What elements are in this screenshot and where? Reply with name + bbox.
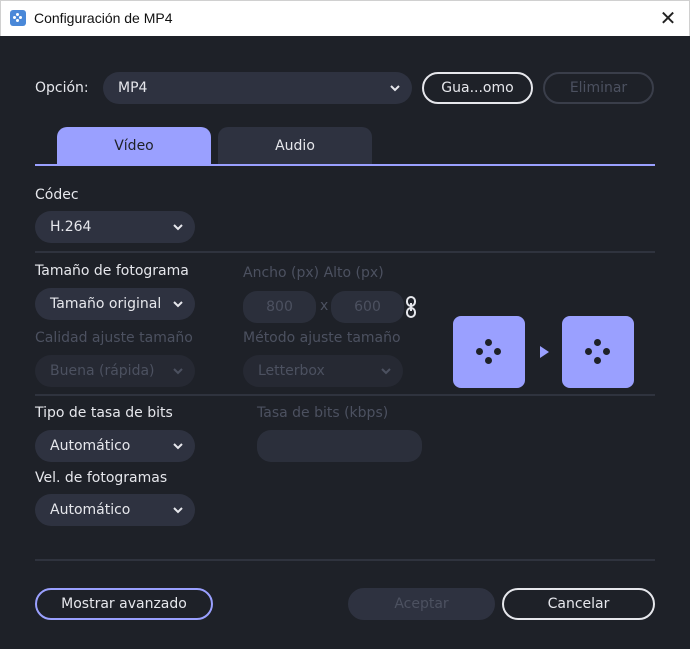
link-icon[interactable]: [405, 296, 417, 318]
cancel-button[interactable]: Cancelar: [502, 588, 655, 620]
height-input[interactable]: 600: [331, 291, 404, 323]
divider: [35, 251, 655, 253]
accept-button[interactable]: Aceptar: [348, 588, 495, 620]
codec-selected: H.264: [50, 219, 92, 235]
codec-dropdown[interactable]: H.264: [35, 211, 195, 243]
title-bar: Configuración de MP4 ✕: [0, 0, 690, 36]
option-label: Opción:: [35, 80, 89, 96]
resize-method-label: Método ajuste tamaño: [243, 330, 401, 346]
option-dropdown[interactable]: MP4: [103, 72, 412, 104]
resize-quality-label: Calidad ajuste tamaño: [35, 330, 193, 346]
width-input[interactable]: 800: [243, 291, 316, 323]
chevron-down-icon: [173, 505, 183, 515]
resize-method-dropdown[interactable]: Letterbox: [243, 355, 403, 387]
bitrate-input[interactable]: [257, 430, 422, 462]
show-advanced-button[interactable]: Mostrar avanzado: [35, 588, 213, 620]
framerate-dropdown[interactable]: Automático: [35, 494, 195, 526]
width-height-label: Ancho (px) Alto (px): [243, 265, 384, 281]
app-icon: [10, 10, 26, 26]
chevron-down-icon: [173, 366, 183, 376]
codec-label: Códec: [35, 187, 79, 203]
divider: [35, 394, 655, 396]
chevron-down-icon: [173, 222, 183, 232]
bitrate-type-selected: Automático: [50, 438, 131, 454]
bitrate-type-dropdown[interactable]: Automático: [35, 430, 195, 462]
delete-button[interactable]: Eliminar: [543, 72, 654, 104]
frame-size-selected: Tamaño original: [50, 296, 162, 312]
chevron-down-icon: [173, 441, 183, 451]
tab-video[interactable]: Vídeo: [57, 127, 211, 165]
frame-size-dropdown[interactable]: Tamaño original: [35, 288, 195, 320]
bitrate-type-label: Tipo de tasa de bits: [35, 405, 173, 421]
resize-method-selected: Letterbox: [258, 363, 325, 379]
chevron-down-icon: [173, 299, 183, 309]
size-separator: x: [320, 298, 329, 314]
option-selected: MP4: [118, 80, 148, 96]
chevron-down-icon: [381, 366, 391, 376]
output-preview-icon: [562, 316, 634, 388]
frame-size-label: Tamaño de fotograma: [35, 263, 189, 279]
close-icon[interactable]: ✕: [659, 8, 677, 28]
tab-audio[interactable]: Audio: [218, 127, 372, 165]
arrow-right-icon: [540, 346, 549, 358]
bitrate-label: Tasa de bits (kbps): [257, 405, 389, 421]
chevron-down-icon: [390, 83, 400, 93]
framerate-label: Vel. de fotogramas: [35, 470, 168, 486]
resize-quality-selected: Buena (rápida): [50, 363, 155, 379]
source-preview-icon: [453, 316, 525, 388]
resize-quality-dropdown[interactable]: Buena (rápida): [35, 355, 195, 387]
tab-underline: [35, 164, 655, 166]
dialog-content: Opción: MP4 Gua...omo Eliminar Vídeo Aud…: [0, 36, 690, 649]
framerate-selected: Automático: [50, 502, 131, 518]
window-title: Configuración de MP4: [34, 10, 173, 26]
save-as-button[interactable]: Gua...omo: [422, 72, 533, 104]
divider: [35, 559, 655, 561]
